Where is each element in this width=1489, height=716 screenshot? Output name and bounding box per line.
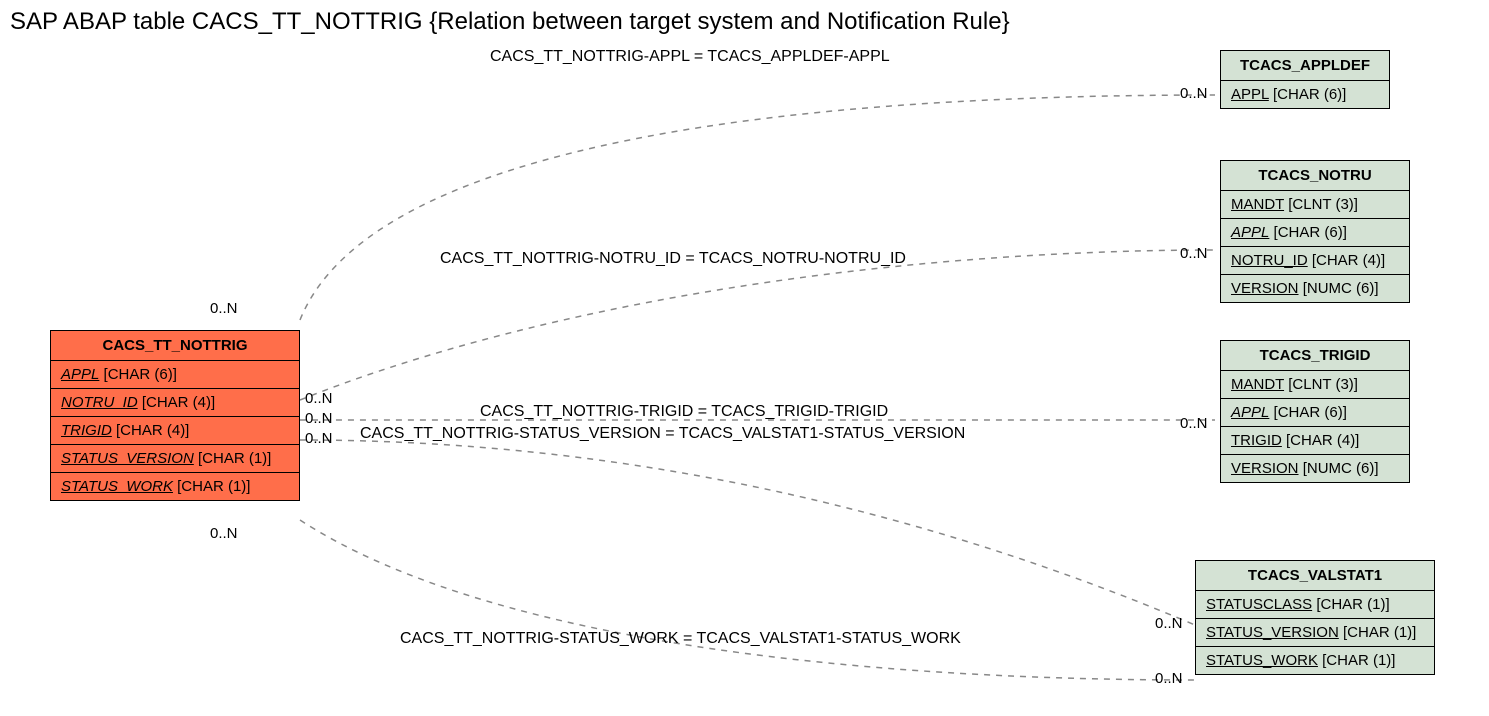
cardinality-label: 0..N	[210, 300, 238, 317]
cardinality-label: 0..N	[305, 410, 333, 427]
entity-field: STATUS_WORK [CHAR (1)]	[1196, 647, 1434, 674]
entity-field: TRIGID [CHAR (4)]	[1221, 427, 1409, 455]
entity-header: TCACS_TRIGID	[1221, 341, 1409, 371]
entity-field: APPL [CHAR (6)]	[51, 361, 299, 389]
cardinality-label: 0..N	[305, 390, 333, 407]
entity-field: VERSION [NUMC (6)]	[1221, 275, 1409, 302]
entity-field: VERSION [NUMC (6)]	[1221, 455, 1409, 482]
relation-label: CACS_TT_NOTTRIG-TRIGID = TCACS_TRIGID-TR…	[480, 403, 888, 421]
entity-field: APPL [CHAR (6)]	[1221, 399, 1409, 427]
entity-field: STATUS_WORK [CHAR (1)]	[51, 473, 299, 500]
cardinality-label: 0..N	[1180, 415, 1208, 432]
relation-label: CACS_TT_NOTTRIG-STATUS_WORK = TCACS_VALS…	[400, 630, 961, 648]
entity-field: NOTRU_ID [CHAR (4)]	[1221, 247, 1409, 275]
entity-field: APPL [CHAR (6)]	[1221, 81, 1389, 108]
entity-tcacs-trigid: TCACS_TRIGID MANDT [CLNT (3)] APPL [CHAR…	[1220, 340, 1410, 483]
entity-field: STATUSCLASS [CHAR (1)]	[1196, 591, 1434, 619]
page-title: SAP ABAP table CACS_TT_NOTTRIG {Relation…	[10, 8, 1010, 36]
entity-tcacs-valstat1: TCACS_VALSTAT1 STATUSCLASS [CHAR (1)] ST…	[1195, 560, 1435, 675]
relation-label: CACS_TT_NOTTRIG-STATUS_VERSION = TCACS_V…	[360, 425, 965, 443]
entity-field: NOTRU_ID [CHAR (4)]	[51, 389, 299, 417]
cardinality-label: 0..N	[1180, 245, 1208, 262]
relation-label: CACS_TT_NOTTRIG-NOTRU_ID = TCACS_NOTRU-N…	[440, 250, 906, 268]
entity-field: MANDT [CLNT (3)]	[1221, 371, 1409, 399]
entity-header: TCACS_NOTRU	[1221, 161, 1409, 191]
entity-main-header: CACS_TT_NOTTRIG	[51, 331, 299, 361]
entity-field: APPL [CHAR (6)]	[1221, 219, 1409, 247]
cardinality-label: 0..N	[305, 430, 333, 447]
entity-field: MANDT [CLNT (3)]	[1221, 191, 1409, 219]
entity-tcacs-notru: TCACS_NOTRU MANDT [CLNT (3)] APPL [CHAR …	[1220, 160, 1410, 303]
entity-tcacs-appldef: TCACS_APPLDEF APPL [CHAR (6)]	[1220, 50, 1390, 109]
entity-field: STATUS_VERSION [CHAR (1)]	[51, 445, 299, 473]
entity-field: TRIGID [CHAR (4)]	[51, 417, 299, 445]
entity-main: CACS_TT_NOTTRIG APPL [CHAR (6)] NOTRU_ID…	[50, 330, 300, 501]
entity-header: TCACS_VALSTAT1	[1196, 561, 1434, 591]
cardinality-label: 0..N	[1155, 615, 1183, 632]
cardinality-label: 0..N	[1155, 670, 1183, 687]
cardinality-label: 0..N	[210, 525, 238, 542]
entity-field: STATUS_VERSION [CHAR (1)]	[1196, 619, 1434, 647]
entity-header: TCACS_APPLDEF	[1221, 51, 1389, 81]
relation-label: CACS_TT_NOTTRIG-APPL = TCACS_APPLDEF-APP…	[490, 48, 890, 66]
cardinality-label: 0..N	[1180, 85, 1208, 102]
